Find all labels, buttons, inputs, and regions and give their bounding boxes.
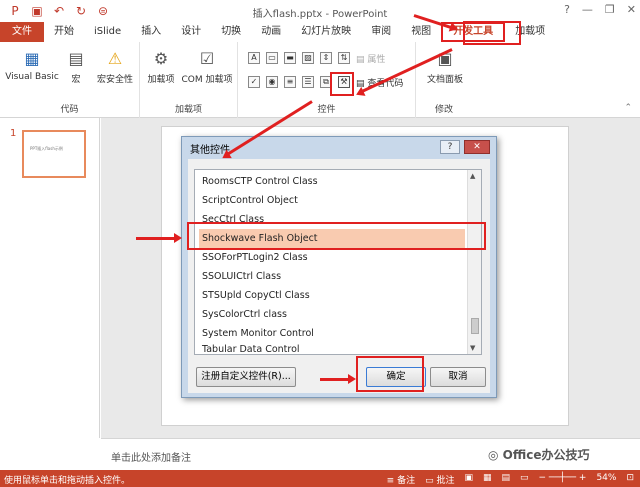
- group-label-code: 代码: [60, 105, 79, 115]
- list-item[interactable]: SSOForPTLogin2 Class: [199, 248, 465, 267]
- image-control-icon[interactable]: ▨: [302, 52, 314, 64]
- list-item-selected[interactable]: Shockwave Flash Object: [199, 229, 465, 248]
- scroll-down-icon[interactable]: ▼: [470, 344, 475, 352]
- addins-button[interactable]: ⚙ 加载项: [144, 48, 178, 85]
- textbox-control-icon[interactable]: ▭: [266, 52, 278, 64]
- slide-thumbnail-pane: 1 PPT插入flash示例: [0, 118, 100, 438]
- togglebutton-control-icon[interactable]: ⧉: [320, 76, 332, 88]
- properties-icon: ▤: [356, 55, 368, 65]
- minimize-button[interactable]: —: [582, 3, 593, 16]
- visual-basic-button[interactable]: ▦ Visual Basic: [4, 48, 60, 82]
- notes-toggle[interactable]: ≡ 备注: [387, 473, 415, 486]
- list-item[interactable]: System Monitor Control: [199, 324, 465, 343]
- list-item[interactable]: SSOLUICtrl Class: [199, 267, 465, 286]
- list-item[interactable]: Tabular Data Control: [199, 343, 465, 355]
- list-item[interactable]: RoomsCTP Control Class: [199, 172, 465, 191]
- normal-view-icon[interactable]: ▣: [464, 473, 473, 486]
- status-bar: 使用鼠标单击和拖动插入控件。 ≡ 备注 ▭ 批注 ▣ ▦ ▤ ▭ − ──┼──…: [0, 470, 640, 487]
- tab-design[interactable]: 设计: [171, 22, 211, 42]
- register-custom-control-button[interactable]: 注册自定义控件(R)...: [196, 367, 296, 387]
- cancel-button[interactable]: 取消: [430, 367, 486, 387]
- list-item[interactable]: SysColorCtrl class: [199, 305, 465, 324]
- properties-button[interactable]: ▤ 属性: [356, 52, 385, 65]
- ok-button[interactable]: 确定: [366, 367, 426, 387]
- group-label-modify: 修改: [434, 105, 453, 115]
- scrollbar-control-icon[interactable]: ⇕: [320, 52, 332, 64]
- dialog-close-button[interactable]: ✕: [464, 140, 490, 154]
- listbox-control-icon[interactable]: ☰: [302, 76, 314, 88]
- slide-number: 1: [10, 128, 17, 139]
- ribbon-tabs: 文件 开始 iSlide 插入 设计 切换 动画 幻灯片放映 审阅 视图 开发工…: [0, 22, 640, 42]
- list-item[interactable]: ScriptControl Object: [199, 191, 465, 210]
- tab-addins[interactable]: 加载项: [505, 22, 555, 42]
- more-controls-dialog: 其他控件 ? ✕ RoomsCTP Control Class ScriptCo…: [181, 136, 497, 398]
- slideshow-icon[interactable]: ▭: [520, 473, 529, 486]
- dialog-help-button[interactable]: ?: [440, 140, 460, 154]
- visual-basic-icon: ▦: [24, 49, 40, 68]
- list-item[interactable]: STSUpld CopyCtl Class: [199, 286, 465, 305]
- dialog-body: RoomsCTP Control Class ScriptControl Obj…: [188, 159, 490, 393]
- macro-icon: ▤: [68, 49, 84, 68]
- tab-home[interactable]: 开始: [44, 22, 84, 42]
- tab-slideshow[interactable]: 幻灯片放映: [291, 22, 361, 42]
- scroll-up-icon[interactable]: ▲: [470, 172, 475, 180]
- macro-button[interactable]: ▤ 宏: [62, 48, 90, 85]
- group-label-controls: 控件: [317, 105, 336, 115]
- arrow-to-ok-button: [320, 374, 356, 384]
- spinbutton-control-icon[interactable]: ⇅: [338, 52, 350, 64]
- tab-islide[interactable]: iSlide: [84, 22, 131, 42]
- wechat-icon: ◎: [488, 448, 503, 462]
- tab-view[interactable]: 视图: [401, 22, 441, 42]
- macro-security-button[interactable]: ⚠ 宏安全性: [92, 48, 138, 85]
- zoom-slider[interactable]: − ──┼── +: [539, 473, 587, 486]
- tab-transitions[interactable]: 切换: [211, 22, 251, 42]
- tab-animations[interactable]: 动画: [251, 22, 291, 42]
- status-hint: 使用鼠标单击和拖动插入控件。: [4, 476, 131, 486]
- window-title: 插入flash.pptx - PowerPoint: [252, 9, 388, 20]
- zoom-level[interactable]: 54%: [596, 473, 616, 486]
- button-control-icon[interactable]: ▬: [284, 52, 296, 64]
- close-button[interactable]: ✕: [627, 3, 636, 16]
- controls-list[interactable]: RoomsCTP Control Class ScriptControl Obj…: [194, 169, 482, 355]
- watermark: ◎ Office办公技巧: [488, 448, 590, 462]
- fit-slide-icon[interactable]: ⊡: [626, 473, 634, 486]
- group-code: ▦ Visual Basic ▤ 宏 ⚠ 宏安全性 代码: [0, 42, 140, 118]
- ribbon: ▦ Visual Basic ▤ 宏 ⚠ 宏安全性 代码 ⚙ 加载项 ☑ COM…: [0, 42, 640, 118]
- checkbox-control-icon[interactable]: ✓: [248, 76, 260, 88]
- notes-placeholder: 单击此处添加备注: [111, 453, 191, 464]
- comments-toggle[interactable]: ▭ 批注: [425, 473, 454, 486]
- group-label-addins: 加载项: [174, 105, 202, 115]
- warning-icon: ⚠: [107, 49, 123, 68]
- restore-button[interactable]: ❐: [605, 3, 615, 16]
- label-control-icon[interactable]: A: [248, 52, 260, 64]
- slide-sorter-icon[interactable]: ▦: [483, 473, 492, 486]
- reading-view-icon[interactable]: ▤: [502, 473, 511, 486]
- list-item[interactable]: SecCtrl Class: [199, 210, 465, 229]
- combobox-control-icon[interactable]: ≡: [284, 76, 296, 88]
- com-addin-icon: ☑: [199, 49, 215, 68]
- list-scrollbar[interactable]: ▲ ▼: [467, 170, 481, 354]
- radio-control-icon[interactable]: ◉: [266, 76, 278, 88]
- help-icon[interactable]: ?: [564, 3, 570, 16]
- slide-thumbnail-text: PPT插入flash示例: [30, 146, 63, 151]
- scroll-thumb[interactable]: [471, 318, 479, 334]
- more-controls-icon[interactable]: ⚒: [338, 76, 350, 88]
- title-bar: P ▣ ↶ ↻ ⊜ 插入flash.pptx - PowerPoint ? — …: [0, 0, 640, 22]
- gear-icon: ⚙: [153, 49, 169, 68]
- tab-review[interactable]: 审阅: [361, 22, 401, 42]
- arrow-to-shockwave-item: [136, 233, 182, 243]
- collapse-ribbon-icon[interactable]: ⌃: [624, 103, 632, 113]
- com-addins-button[interactable]: ☑ COM 加载项: [178, 48, 236, 85]
- slide-thumbnail[interactable]: PPT插入flash示例: [22, 130, 86, 178]
- group-addins: ⚙ 加载项 ☑ COM 加载项 加载项: [140, 42, 238, 118]
- tab-file[interactable]: 文件: [0, 22, 44, 42]
- tab-insert[interactable]: 插入: [131, 22, 171, 42]
